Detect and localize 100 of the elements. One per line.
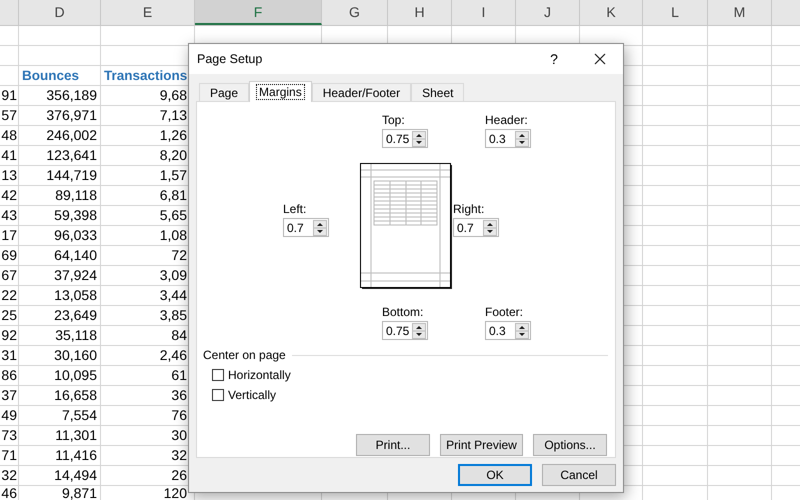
column-header[interactable]: F [195,0,322,25]
spin-field[interactable]: 0.75 [382,321,428,340]
table-cell-text: 9,871 [60,486,98,500]
table-cell-text: 30,160 [53,346,98,365]
column-header[interactable]: D [19,0,101,25]
table-cell-text: 31 [0,346,18,365]
column-title: Bounces [21,67,80,85]
checkbox-label: Horizontally [228,368,291,382]
spin-field[interactable]: 0.75 [382,129,428,148]
tab[interactable]: Header/Footer [312,83,412,101]
table-cell-text: 30 [170,426,188,445]
spin-field[interactable]: 0.3 [485,321,531,340]
field-label: Header: [485,113,528,128]
table-cell-text: 120 [162,486,188,500]
table-cell-text: 3,85 [158,306,188,325]
spin-arrows-icon [412,130,426,146]
table-cell-text: 92 [0,326,18,345]
table-cell-text: 35,118 [54,326,98,345]
table-cell-text: 17 [0,226,18,245]
table-cell-text: 1,26 [158,126,188,145]
table-cell-text: 71 [0,446,18,465]
spin-field[interactable]: 0.7 [283,218,329,237]
checkbox[interactable] [212,369,224,381]
table-cell-text: 64,140 [53,246,98,265]
column-header[interactable]: L [643,0,708,25]
table-cell-text: 26 [170,466,188,485]
table-cell-text: 356,189 [45,86,98,105]
table-cell-text: 67 [0,266,18,285]
table-cell-text: 57 [0,106,18,125]
spin-arrows-icon [515,130,529,146]
spin-field[interactable]: 0.7 [453,218,499,237]
table-cell-text: 89,118 [54,186,98,205]
table-cell-text: 96,033 [53,226,98,245]
table-cell-text: 43 [0,206,18,225]
group-title: Center on page [203,348,286,362]
table-cell-text: 32 [0,466,18,485]
table-cell-text: 37,924 [53,266,98,285]
table-cell-text: 123,641 [45,146,98,165]
column-header[interactable]: M [708,0,772,25]
spin-arrows-icon [515,322,529,338]
field-label: Top: [382,113,405,128]
field-label: Footer: [485,305,524,320]
tab[interactable]: Page [199,83,250,101]
table-cell-text: 48 [0,126,18,145]
column-header[interactable]: I [452,0,516,25]
checkbox[interactable] [212,389,224,401]
column-header[interactable]: K [580,0,643,25]
table-cell-text: 11,416 [54,446,98,465]
table-cell-text: 7,554 [60,406,98,425]
column-header[interactable]: G [322,0,388,25]
field-label: Left: [283,202,306,217]
button[interactable]: OK [458,464,532,486]
field-label: Bottom: [382,305,424,320]
table-cell-text: 2,46 [158,346,188,365]
spin-field[interactable]: 0.3 [485,129,531,148]
table-cell-text: 22 [0,286,18,305]
button[interactable]: Print... [356,434,430,456]
button[interactable]: Print Preview [440,434,523,456]
button[interactable]: Options... [533,434,607,456]
help-button[interactable]: ? [531,44,577,74]
table-cell-text: 91 [0,86,18,105]
table-cell-text: 73 [0,426,18,445]
table-cell-text: 144,719 [45,166,98,185]
table-cell-text: 8,20 [158,146,188,165]
table-cell-text: 23,649 [53,306,98,325]
spin-arrows-icon [412,322,426,338]
table-cell-text: 9,68 [158,86,188,105]
table-cell-text: 42 [0,186,18,205]
table-cell-text: 11,301 [54,426,98,445]
tab[interactable]: Sheet [411,83,464,101]
table-cell-text: 13,058 [53,286,98,305]
table-cell-text: 3,09 [158,266,188,285]
tab[interactable]: Margins [249,81,312,102]
checkbox-label: Vertically [228,388,276,402]
close-icon [594,53,606,65]
table-cell-text: 376,971 [45,106,98,125]
table-cell-text: 41 [0,146,18,165]
table-cell-text: 49 [0,406,18,425]
table-cell-text: 10,095 [53,366,98,385]
table-cell-text: 7,13 [158,106,188,125]
spin-arrows-icon [313,220,327,236]
table-cell-text: 14,494 [53,466,98,485]
column-header[interactable]: J [516,0,580,25]
table-cell-text: 84 [170,326,188,345]
table-cell-text: 25 [0,306,18,325]
dialog-title: Page Setup [197,52,262,66]
table-cell-text: 3,44 [158,286,188,305]
table-cell-text: 246,002 [45,126,98,145]
table-cell-text: 72 [170,246,188,265]
table-cell-text: 1,57 [158,166,188,185]
button[interactable]: Cancel [542,464,616,486]
table-cell-text: 6,81 [158,186,188,205]
table-cell-text: 61 [170,366,188,385]
spin-arrows-icon [483,220,497,236]
table-cell-text: 32 [170,446,188,465]
table-cell-text: 46 [0,486,18,500]
table-cell-text: 5,65 [158,206,188,225]
column-header[interactable]: H [388,0,452,25]
table-cell-text: 86 [0,366,18,385]
table-cell-text: 76 [170,406,188,425]
